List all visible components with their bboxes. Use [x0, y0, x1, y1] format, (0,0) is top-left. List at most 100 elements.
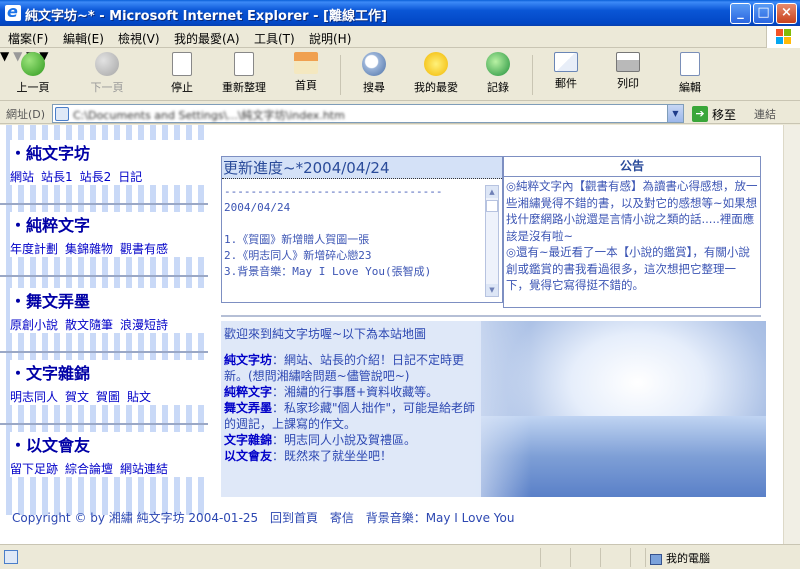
menu-favorites[interactable]: 我的最愛(A)	[174, 30, 240, 47]
home-label: 首頁	[295, 79, 317, 92]
nav-link[interactable]: 站長2	[80, 170, 112, 184]
nav-heading[interactable]: ・文字雜錦	[10, 360, 210, 384]
nav-link[interactable]: 賀圖	[96, 390, 120, 404]
printer-icon	[616, 52, 640, 72]
nav-link[interactable]: 年度計劃	[10, 242, 58, 256]
section-divider	[221, 315, 761, 317]
security-zone: 我的電腦	[650, 550, 710, 566]
nav-section-4: ・文字雜錦 明志同人 賀文 賀圖 貼文	[0, 360, 210, 425]
copyright-text: Copyright © by 湘繡 純文字坊 2004-01-25	[12, 511, 259, 525]
nav-link[interactable]: 綜合論壇	[65, 462, 113, 476]
forward-arrow-icon	[95, 52, 119, 76]
page-footer: Copyright © by 湘繡 純文字坊 2004-01-25 回到首頁 寄…	[12, 509, 522, 526]
my-computer-icon	[650, 553, 662, 565]
bgm-text: 背景音樂：May I Love You	[365, 511, 515, 525]
sitemap-entry: 文字雜錦：明志同人小說及賀禮區。	[224, 433, 417, 447]
left-navigation: ・純文字坊 網站 站長1 站長2 日記 ・純粹文字 年度計劃 集錦雜物 觀書有感 ・舞文弄…	[0, 125, 210, 515]
nav-link[interactable]: 浪漫短詩	[120, 318, 168, 332]
home-button[interactable]: 首頁	[288, 52, 324, 98]
sitemap-entry: 以文會友：既然來了就坐坐吧！	[224, 449, 393, 463]
zone-label: 我的電腦	[666, 552, 710, 565]
go-arrow-icon: ➔	[692, 106, 708, 122]
back-button[interactable]: 上一頁	[10, 52, 56, 98]
forward-button[interactable]: 下一頁	[84, 52, 130, 98]
address-input[interactable]: C:\Documents and Settings\...\純文字坊\index…	[52, 104, 684, 123]
nav-link[interactable]: 原創小說	[10, 318, 58, 332]
update-item: 1.《賀圖》新增贈人賀圖一張	[224, 233, 370, 246]
nav-divider	[0, 351, 208, 353]
go-button[interactable]: ➔ 移至	[690, 105, 748, 123]
forward-label: 下一頁	[90, 81, 124, 94]
mail-button[interactable]: 郵件	[546, 52, 586, 98]
menu-edit[interactable]: 編輯(E)	[63, 30, 104, 47]
nav-link[interactable]: 集錦雜物	[65, 242, 113, 256]
nav-section-1: ・純文字坊 網站 站長1 站長2 日記	[0, 140, 210, 205]
refresh-icon	[234, 52, 254, 76]
search-button[interactable]: 搜尋	[356, 52, 392, 98]
menu-file[interactable]: 檔案(F)	[8, 30, 48, 47]
refresh-button[interactable]: 重新整理	[216, 52, 272, 98]
minimize-button[interactable]: _	[730, 3, 751, 24]
sitemap-entry: 舞文弄墨：私家珍藏"個人拙作"，可能是給老師的週記，上課寫的作文。	[224, 401, 476, 431]
links-label[interactable]: 連結	[754, 106, 776, 122]
search-label: 搜尋	[363, 81, 385, 94]
nav-link[interactable]: 賀文	[65, 390, 89, 404]
announcement-paragraph: ◎純粹文字內【觀書有感】為讀書心得感想，放一些湘繡覺得不錯的書，以及對它的感想等…	[506, 179, 758, 243]
scroll-thumb[interactable]	[486, 200, 498, 212]
nav-link[interactable]: 散文隨筆	[65, 318, 113, 332]
menu-tools[interactable]: 工具(T)	[254, 30, 295, 47]
stop-icon	[172, 52, 192, 76]
menu-view[interactable]: 檢視(V)	[118, 30, 160, 47]
nav-section-3: ・舞文弄墨 原創小說 散文隨筆 浪漫短詩	[0, 288, 210, 353]
history-label: 記錄	[487, 81, 509, 94]
nav-heading[interactable]: ・純文字坊	[10, 140, 210, 164]
edit-label: 編輯	[679, 81, 701, 94]
print-label: 列印	[617, 77, 639, 90]
go-label: 移至	[712, 108, 737, 122]
update-panel: 更新進度~*2004/04/24 -----------------------…	[221, 156, 503, 303]
history-button[interactable]: 記錄	[480, 52, 516, 98]
sitemap-intro: 歡迎來到純文字坊喔~以下為本站地圖	[224, 327, 427, 341]
home-link[interactable]: 回到首頁	[270, 511, 318, 525]
scroll-down-icon[interactable]: ▼	[486, 284, 498, 296]
update-date: 2004/04/24	[224, 201, 291, 214]
page-scrollbar[interactable]	[783, 125, 800, 544]
nav-link[interactable]: 明志同人	[10, 390, 58, 404]
announcement-panel: 公告 ◎純粹文字內【觀書有感】為讀書心得感想，放一些湘繡覺得不錯的書，以及對它的…	[503, 156, 761, 308]
stop-button[interactable]: 停止	[162, 52, 202, 98]
nav-link[interactable]: 網站	[10, 170, 34, 184]
scroll-up-icon[interactable]: ▲	[486, 186, 498, 198]
address-dropdown-icon[interactable]: ▼	[667, 105, 683, 122]
nav-link[interactable]: 留下足跡	[10, 462, 58, 476]
close-button[interactable]: ×	[776, 3, 797, 24]
toolbar-separator	[532, 55, 533, 95]
update-scrollbar[interactable]: ▲ ▼	[485, 185, 499, 297]
maximize-button[interactable]: □	[753, 3, 774, 24]
edit-button[interactable]: 編輯	[672, 52, 708, 98]
nav-divider	[0, 423, 208, 425]
toolbar: 上一頁 ▼ 下一頁 ▼ 停止 重新整理 首頁 搜尋 我的最愛 記錄 郵件 ▼ 列…	[0, 49, 800, 101]
favorites-button[interactable]: 我的最愛	[408, 52, 464, 98]
nav-link[interactable]: 貼文	[127, 390, 151, 404]
sitemap-entry: 純文字坊：網站、站長的介紹！日記不定時更新。(想問湘繡啥問題~儘管說吧~)	[224, 353, 465, 383]
nav-link[interactable]: 日記	[118, 170, 142, 184]
nav-heading[interactable]: ・以文會友	[10, 432, 210, 456]
search-icon	[362, 52, 386, 76]
back-arrow-icon	[21, 52, 45, 76]
nav-link[interactable]: 觀書有感	[120, 242, 168, 256]
print-button[interactable]: 列印	[610, 52, 646, 98]
mail-link[interactable]: 寄信	[330, 511, 354, 525]
nav-heading[interactable]: ・純粹文字	[10, 212, 210, 236]
nav-divider	[0, 275, 208, 277]
nav-link[interactable]: 站長1	[41, 170, 73, 184]
back-dropdown-icon[interactable]: ▼	[0, 49, 9, 63]
announcement-title: 公告	[504, 157, 760, 177]
page-status-icon	[4, 550, 18, 564]
menu-bar: 檔案(F) 編輯(E) 檢視(V) 我的最愛(A) 工具(T) 說明(H)	[0, 26, 800, 48]
update-item: 3.背景音樂：May I Love You(張智成)	[224, 265, 432, 278]
nav-link[interactable]: 網站連結	[120, 462, 168, 476]
address-url: C:\Documents and Settings\...\純文字坊\index…	[73, 109, 345, 122]
menu-help[interactable]: 說明(H)	[309, 30, 351, 47]
window-title-bar[interactable]: 純文字坊~* - Microsoft Internet Explorer - […	[0, 0, 800, 26]
nav-heading[interactable]: ・舞文弄墨	[10, 288, 210, 312]
